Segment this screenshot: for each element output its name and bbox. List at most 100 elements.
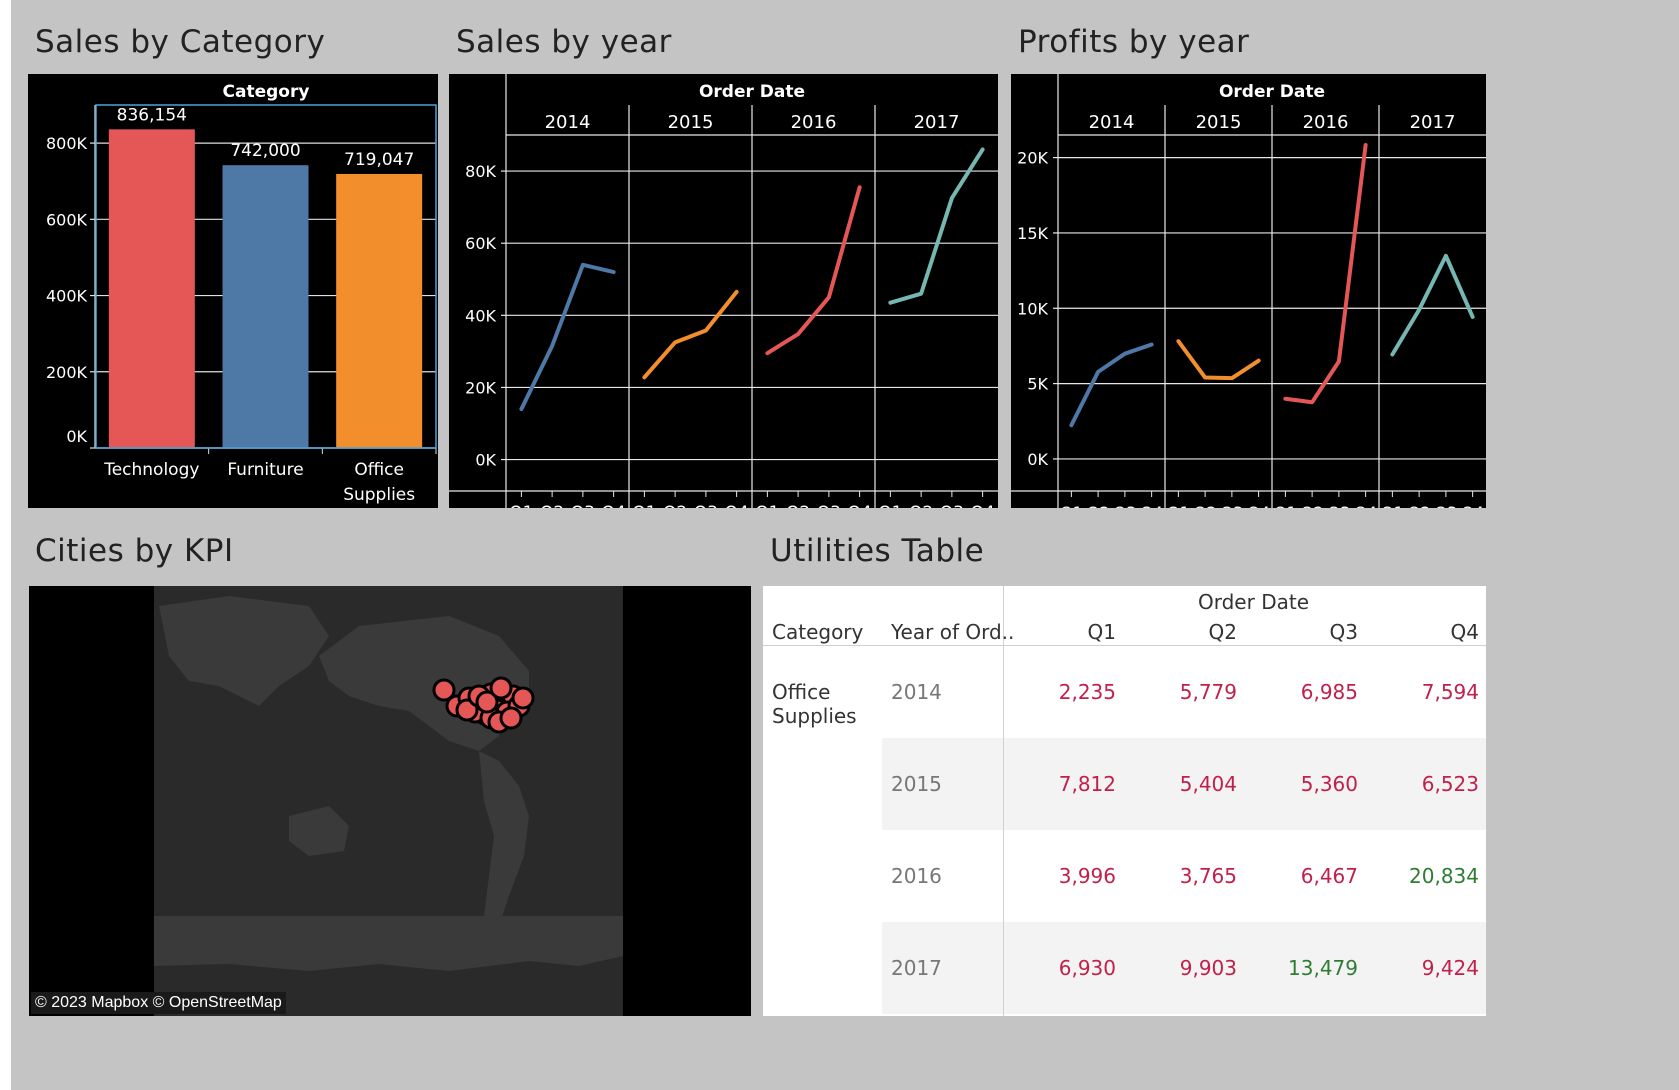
quarter-label: Q2 [786,503,810,508]
series-line-2016 [1283,143,1368,405]
quarter-label: Q3 [940,503,964,508]
column-header-year: Year of Ord.. [891,620,1015,644]
table-cell: 7,812 [1058,772,1116,796]
y-tick-label: 600K [46,210,88,229]
order-date-header: Order Date [1219,82,1325,102]
quarter-label: Q1 [1060,503,1083,508]
profits-by-year-chart[interactable]: Order Date0K5K10K15K20K2014Q1Q2Q3Q42015Q… [1011,74,1486,522]
x-tick-label: Technology [103,460,199,480]
title-profits-by-year: Profits by year [1018,24,1250,60]
utilities-table: Order Date Category Year of Ord.. Q1 Q2 Q3 Q4 O… [763,586,1486,1016]
y-tick-label: 0K [1027,450,1048,469]
y-tick-label: 80K [465,162,496,181]
x-tick-label: Furniture [227,460,303,480]
row-category-label: Supplies [772,704,857,728]
year-header: 2015 [668,112,714,133]
order-date-header: Order Date [1198,590,1309,614]
sales-by-category-panel: Category 0K 200K 400K 600K 800K 836,154 Technol… [28,74,438,508]
table-cell: 9,424 [1421,956,1479,980]
quarter-label: Q1 [1381,503,1404,508]
y-tick-label: 20K [1017,149,1048,168]
y-tick-label: 10K [1017,299,1048,318]
quarter-label: Q4 [1354,503,1377,508]
bar [108,129,195,448]
quarter-label: Q1 [1167,503,1190,508]
table-cell: 2,235 [1058,680,1116,704]
bar [336,173,423,448]
table-cell: 6,930 [1058,956,1116,980]
quarter-label: Q3 [817,503,841,508]
table-cell: 9,903 [1179,956,1237,980]
table-cell: 6,467 [1300,864,1358,888]
column-header-quarter: Q2 [1208,620,1237,644]
bar-value-label: 719,047 [344,150,414,170]
year-header: 2016 [791,112,837,133]
row-year-label: 2017 [891,956,942,980]
quarter-label: Q1 [878,503,902,508]
y-tick-label: 800K [46,134,88,153]
y-tick-label: 0K [475,451,496,470]
table-cell: 5,404 [1179,772,1237,796]
quarter-label: Q2 [909,503,933,508]
header-divider [763,645,1486,646]
column-header-quarter: Q4 [1450,620,1479,644]
x-tick-label: Office [354,460,404,480]
sales-by-year-panel: Order Date 0K 20K 40K 60K 80K 2014 Q1 Q2 Q3 Q4 2015… [449,74,998,523]
map-panel[interactable]: © 2023 Mapbox © OpenStreetMap [29,586,751,1016]
table-cell: 3,765 [1179,864,1237,888]
year-header: 2017 [1410,112,1456,133]
sales-by-category-chart[interactable]: Category 0K 200K 400K 600K 800K 836,154 Technol… [28,74,438,508]
quarter-label: Q4 [848,503,872,508]
table-cell: 13,479 [1288,956,1358,980]
title-cities-by-kpi: Cities by KPI [35,533,234,569]
y-tick-label: 400K [46,287,88,306]
bar [222,165,309,448]
table-cell: 7,594 [1421,680,1479,704]
y-tick-label: 0K [66,427,87,446]
row-year-label: 2014 [891,680,942,704]
quarter-label: Q2 [663,503,687,508]
quarter-label: Q2 [1194,503,1217,508]
quarter-label: Q3 [1327,503,1350,508]
quarter-label: Q1 [509,503,533,508]
category-header: Category [223,82,310,102]
quarter-label: Q4 [971,503,995,508]
utilities-table-panel: Order Date Category Year of Ord.. Q1 Q2 Q3 Q4 O… [763,586,1486,1016]
table-cell: 6,523 [1421,772,1479,796]
year-header: 2014 [545,112,591,133]
world-map[interactable] [29,586,751,1016]
quarter-label: Q4 [1140,503,1163,508]
order-date-header: Order Date [699,82,805,102]
sales-by-year-chart[interactable]: Order Date 0K 20K 40K 60K 80K 2014 Q1 Q2 Q3 Q4 2015… [449,74,998,523]
series-line-2014 [1069,342,1154,428]
bar-value-label: 836,154 [117,105,187,125]
year-header: 2015 [1196,112,1242,133]
quarter-label: Q3 [694,503,718,508]
quarter-label: Q3 [1434,503,1457,508]
column-header-quarter: Q3 [1329,620,1358,644]
quarter-label: Q4 [1247,503,1270,508]
bar-value-label: 742,000 [230,141,300,161]
series-line-2017 [888,147,985,305]
title-sales-by-category: Sales by Category [35,24,326,60]
y-tick-label: 20K [465,378,496,397]
map-copyright[interactable]: © 2023 Mapbox © OpenStreetMap [31,992,286,1014]
table-cell: 5,360 [1300,772,1358,796]
year-header: 2016 [1303,112,1349,133]
quarter-label: Q2 [1408,503,1431,508]
column-header-quarter: Q1 [1087,620,1116,644]
quarter-label: Q3 [1113,503,1136,508]
table-cell: 5,779 [1179,680,1237,704]
y-tick-label: 15K [1017,224,1048,243]
year-header: 2014 [1089,112,1135,133]
column-header-category: Category [772,620,864,644]
quarter-label: Q2 [540,503,564,508]
title-sales-by-year: Sales by year [456,24,672,60]
quarter-label: Q2 [1087,503,1110,508]
series-line-2015 [642,289,739,380]
continent-antarctica [154,916,623,971]
row-year-label: 2015 [891,772,942,796]
table-cell: 20,834 [1409,864,1479,888]
quarter-label: Q3 [571,503,595,508]
quarter-label: Q4 [602,503,626,508]
